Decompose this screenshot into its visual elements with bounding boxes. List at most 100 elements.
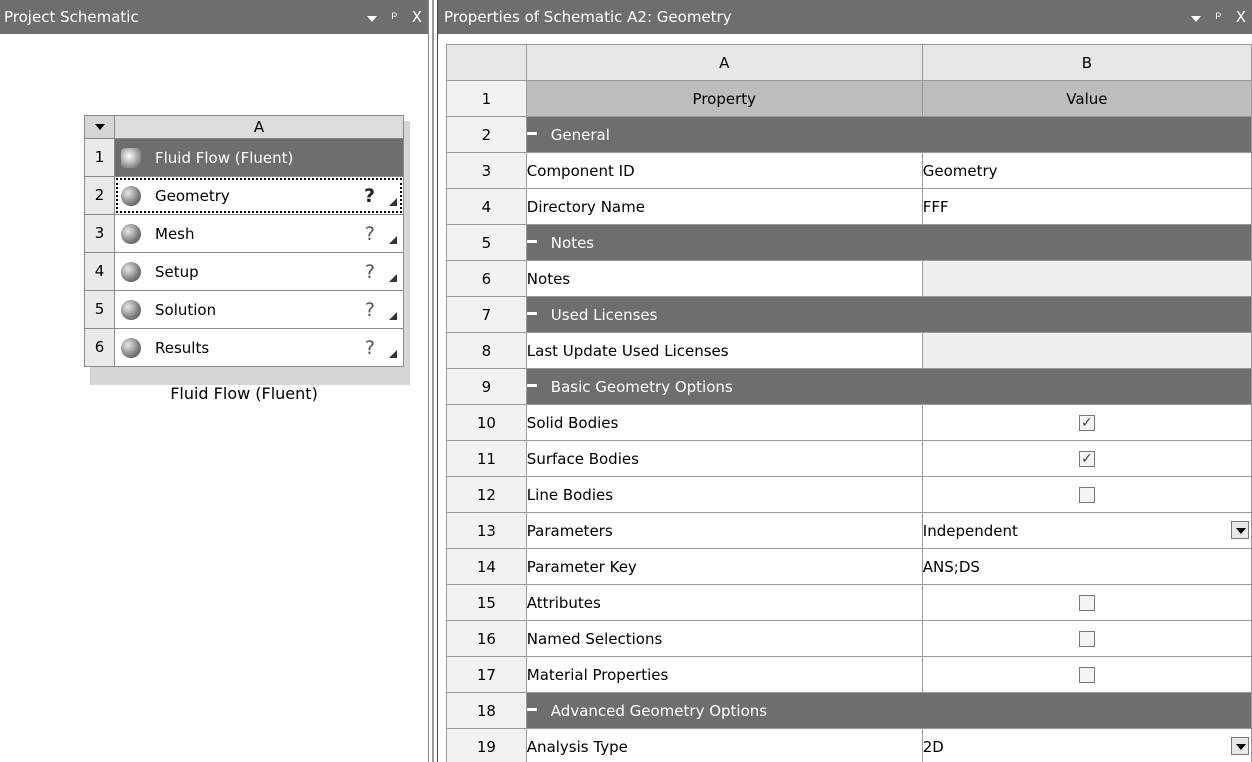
property-row[interactable]: 15 Attributes (446, 584, 1252, 621)
system-cell-results[interactable]: 6 Results? (84, 329, 404, 367)
collapse-icon[interactable] (526, 239, 537, 243)
property-row[interactable]: 6 Notes (446, 260, 1252, 297)
group-label: Used Licenses (550, 305, 658, 324)
property-row[interactable]: 17 Material Properties (446, 656, 1252, 693)
cell-corner-icon[interactable] (389, 274, 397, 282)
property-header-row: 1 Property Value (446, 80, 1252, 117)
property-group-title[interactable]: Notes (525, 224, 1252, 261)
pin-icon[interactable]: ᵖ (391, 0, 397, 34)
geometry-icon (121, 185, 141, 206)
property-name: Surface Bodies (525, 440, 923, 477)
status-unknown-icon: ? (364, 223, 375, 245)
property-row[interactable]: 10 Solid Bodies ✓ (446, 404, 1252, 441)
property-name: Line Bodies (525, 476, 923, 513)
pin-icon[interactable]: ᵖ (1215, 0, 1221, 34)
system-cell[interactable]: Setup? (115, 253, 403, 290)
project-schematic-header: Project Schematic ᵖ X (0, 0, 428, 34)
properties-title: Properties of Schematic A2: Geometry (444, 8, 732, 26)
system-cell[interactable]: Solution? (115, 291, 403, 328)
checkbox-checked[interactable]: ✓ (1078, 414, 1095, 431)
property-row[interactable]: 16 Named Selections (446, 620, 1252, 657)
checkbox-checked[interactable]: ✓ (1078, 450, 1095, 467)
pane-title: Project Schematic (4, 8, 139, 26)
cell-corner-icon[interactable] (389, 236, 397, 244)
column-b-header: B (921, 44, 1252, 81)
system-cell-label: Geometry (155, 186, 230, 205)
property-name: Component ID (525, 152, 923, 189)
status-unknown-icon: ? (364, 299, 375, 321)
property-row[interactable]: 13 Parameters Independent (446, 512, 1252, 549)
property-row[interactable]: 11 Surface Bodies ✓ (446, 440, 1252, 477)
system-cell-fluid-flow-fluent[interactable]: 1 Fluid Flow (Fluent) (84, 139, 404, 177)
group-label: Basic Geometry Options (550, 377, 733, 396)
row-number: 9 (446, 368, 527, 405)
system-cell[interactable]: Results? (115, 329, 403, 366)
property-group-row[interactable]: 7 Used Licenses (446, 296, 1252, 333)
system-cell-geometry[interactable]: 2 Geometry? (84, 177, 404, 215)
property-value[interactable]: Geometry (921, 152, 1252, 189)
checkbox-unchecked[interactable] (1078, 594, 1095, 611)
property-group-title[interactable]: Basic Geometry Options (525, 368, 1252, 405)
cell-corner-icon[interactable] (389, 198, 397, 206)
collapse-icon[interactable] (526, 383, 537, 387)
property-row[interactable]: 19 Analysis Type 2D (446, 728, 1252, 762)
row-number: 18 (446, 692, 527, 729)
property-group-row[interactable]: 9 Basic Geometry Options (446, 368, 1252, 405)
system-cell[interactable]: Fluid Flow (Fluent) (115, 139, 403, 176)
system-block: A 1 Fluid Flow (Fluent) 2 Geometry? 3 Mesh? 4 S… (84, 115, 404, 367)
property-value[interactable]: ✓ (921, 404, 1252, 441)
system-row-number: 3 (85, 215, 115, 252)
property-value[interactable] (921, 620, 1252, 657)
property-value[interactable] (921, 332, 1252, 369)
property-row[interactable]: 8 Last Update Used Licenses (446, 332, 1252, 369)
checkbox-unchecked[interactable] (1078, 630, 1095, 647)
close-icon[interactable]: X (412, 0, 422, 34)
property-value[interactable]: FFF (921, 188, 1252, 225)
pane-menu-arrow-icon[interactable] (367, 0, 378, 34)
property-value[interactable]: ✓ (921, 440, 1252, 477)
property-group-row[interactable]: 18 Advanced Geometry Options (446, 692, 1252, 729)
group-label: General (550, 125, 610, 144)
property-value[interactable] (921, 584, 1252, 621)
property-value[interactable] (921, 260, 1252, 297)
collapse-icon[interactable] (526, 311, 537, 315)
collapse-icon[interactable] (526, 131, 537, 135)
property-group-title[interactable]: Advanced Geometry Options (525, 692, 1252, 729)
system-cell-setup[interactable]: 4 Setup? (84, 253, 404, 291)
row-number: 1 (446, 80, 527, 117)
property-group-title[interactable]: Used Licenses (525, 296, 1252, 333)
pane-menu-arrow-icon[interactable] (1191, 0, 1202, 34)
value-column-header: Value (921, 80, 1252, 117)
property-group-title[interactable]: General (525, 116, 1252, 153)
system-caption[interactable]: Fluid Flow (Fluent) (84, 384, 404, 403)
property-value[interactable] (921, 476, 1252, 513)
collapse-icon[interactable] (526, 707, 537, 711)
solution-icon (121, 299, 141, 320)
system-cell[interactable]: Geometry? (115, 177, 403, 214)
dropdown-arrow-icon[interactable] (1231, 521, 1249, 539)
close-icon[interactable]: X (1236, 0, 1246, 34)
system-cell[interactable]: Mesh? (115, 215, 403, 252)
row-number: 17 (446, 656, 527, 693)
property-value-dropdown[interactable]: 2D (921, 728, 1252, 762)
dropdown-arrow-icon[interactable] (1231, 737, 1249, 755)
checkbox-unchecked[interactable] (1078, 486, 1095, 503)
cell-corner-icon[interactable] (389, 312, 397, 320)
property-value-dropdown[interactable]: Independent (921, 512, 1252, 549)
property-value[interactable]: ANS;DS (921, 548, 1252, 585)
property-group-row[interactable]: 2 General (446, 116, 1252, 153)
pane-splitter[interactable] (428, 0, 438, 762)
property-row[interactable]: 4 Directory Name FFF (446, 188, 1252, 225)
cell-corner-icon[interactable] (389, 350, 397, 358)
checkbox-unchecked[interactable] (1078, 666, 1095, 683)
system-cell-solution[interactable]: 5 Solution? (84, 291, 404, 329)
property-row[interactable]: 3 Component ID Geometry (446, 152, 1252, 189)
row-number: 14 (446, 548, 527, 585)
system-menu-arrow[interactable] (85, 116, 115, 138)
property-value[interactable] (921, 656, 1252, 693)
property-group-row[interactable]: 5 Notes (446, 224, 1252, 261)
property-row[interactable]: 12 Line Bodies (446, 476, 1252, 513)
property-row[interactable]: 14 Parameter Key ANS;DS (446, 548, 1252, 585)
row-number: 16 (446, 620, 527, 657)
system-cell-mesh[interactable]: 3 Mesh? (84, 215, 404, 253)
